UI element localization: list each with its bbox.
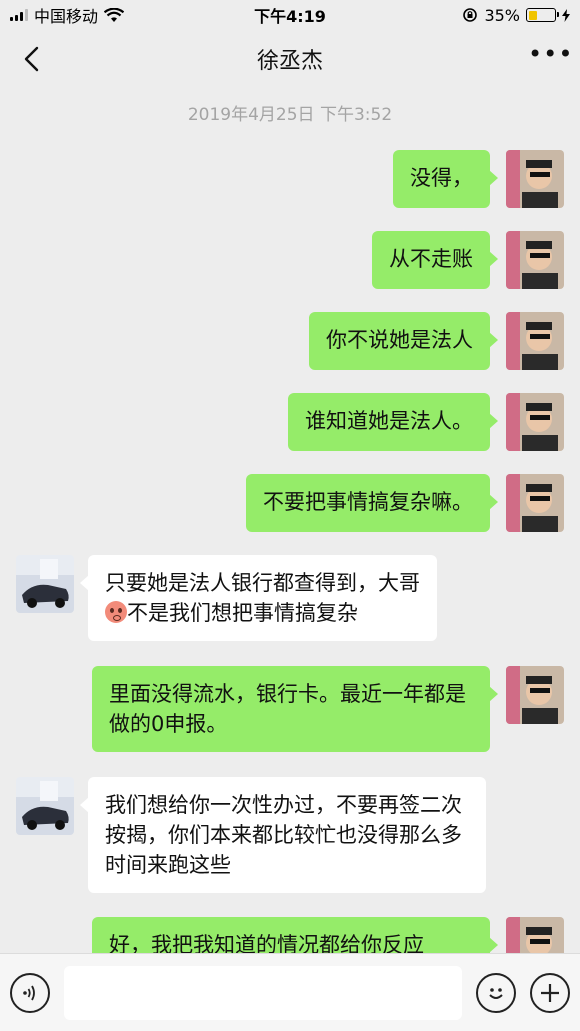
voice-input-button[interactable] (10, 972, 50, 1013)
message-row: 你不说她是法人 (0, 312, 580, 370)
wifi-icon (104, 7, 125, 22)
contact-avatar[interactable] (16, 777, 74, 835)
voice-icon (23, 985, 35, 1000)
status-left: 中国移动 (10, 3, 125, 27)
battery-icon (526, 8, 559, 22)
message-text: 只要她是法人银行都查得到，大哥 (105, 571, 420, 595)
message-row: 不要把事情搞复杂嘛。 (0, 474, 580, 532)
status-right: 35% (462, 6, 570, 25)
emoji-button[interactable] (476, 972, 516, 1013)
message-row: 我们想给你一次性办过，不要再签二次按揭，你们本来都比较忙也没得那么多时间来跑这些 (0, 777, 580, 893)
more-functions-button[interactable] (530, 972, 570, 1013)
message-input[interactable] (64, 965, 462, 1020)
message-row: 只要她是法人银行都查得到，大哥 不是我们想把事情搞复杂 (0, 555, 580, 641)
message-bubble-sent[interactable]: 从不走账 (372, 231, 498, 289)
chat-title: 徐丞杰 (256, 49, 323, 74)
charging-icon (562, 8, 570, 22)
chat-area[interactable]: 2019年4月25日 下午3:52 没得， 从不走账 你不说她是法人 谁知道她是… (0, 88, 580, 953)
orientation-lock-icon (463, 8, 478, 22)
message-bubble-sent[interactable]: 谁知道她是法人。 (288, 393, 498, 451)
message-timestamp: 2019年4月25日 下午3:52 (187, 105, 393, 125)
nav-bar: 徐丞杰 ••• (0, 30, 580, 88)
my-avatar[interactable] (506, 393, 564, 451)
battery-fill (528, 10, 538, 20)
contact-avatar[interactable] (16, 555, 74, 613)
back-icon[interactable] (18, 44, 48, 74)
battery-percent: 35% (484, 5, 520, 25)
message-bubble-sent[interactable]: 好，我把我知道的情况都给你反应 (92, 917, 498, 953)
message-text: 不是我们想把事情搞复杂 (127, 601, 358, 625)
status-bar: 中国移动 下午4:19 35% (0, 0, 580, 30)
my-avatar[interactable] (506, 312, 564, 370)
message-bubble-sent[interactable]: 你不说她是法人 (309, 312, 498, 370)
my-avatar[interactable] (506, 150, 564, 208)
message-row: 里面没得流水，银行卡。最近一年都是做的0申报。 (0, 666, 580, 752)
message-bubble-sent[interactable]: 没得， (393, 150, 498, 208)
flushed-face-emoji-icon (105, 601, 127, 623)
smiley-icon (489, 987, 503, 999)
my-avatar[interactable] (506, 917, 564, 953)
more-options-icon[interactable]: ••• (528, 42, 572, 68)
carrier-label: 中国移动 (34, 7, 99, 26)
input-bar (0, 953, 580, 1031)
message-row: 从不走账 (0, 231, 580, 289)
signal-icon (10, 9, 28, 21)
message-bubble-sent[interactable]: 里面没得流水，银行卡。最近一年都是做的0申报。 (92, 666, 498, 752)
message-row: 谁知道她是法人。 (0, 393, 580, 451)
message-row: 好，我把我知道的情况都给你反应 (0, 917, 580, 953)
message-bubble-sent[interactable]: 不要把事情搞复杂嘛。 (246, 474, 498, 532)
my-avatar[interactable] (506, 231, 564, 289)
message-bubble-received[interactable]: 我们想给你一次性办过，不要再签二次按揭，你们本来都比较忙也没得那么多时间来跑这些 (80, 777, 486, 893)
message-row: 没得， (0, 150, 580, 208)
my-avatar[interactable] (506, 666, 564, 724)
message-bubble-received[interactable]: 只要她是法人银行都查得到，大哥 不是我们想把事情搞复杂 (80, 555, 437, 641)
my-avatar[interactable] (506, 474, 564, 532)
plus-icon (541, 983, 559, 1002)
